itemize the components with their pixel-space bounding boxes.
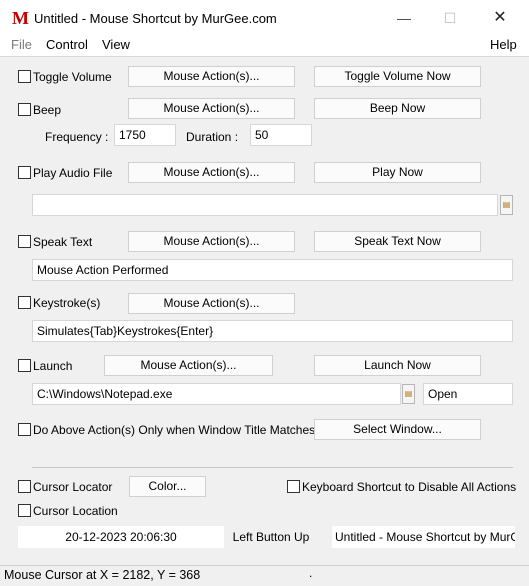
minimize-icon[interactable]: — xyxy=(381,0,427,36)
menu-control[interactable]: Control xyxy=(46,37,88,52)
speak-text-checkbox[interactable] xyxy=(18,235,31,248)
maximize-icon[interactable]: ☐ xyxy=(427,0,473,36)
launch-mouse-action-button[interactable]: Mouse Action(s)... xyxy=(104,355,273,376)
keystroke-field[interactable]: Simulates{Tab}Keystrokes{Enter} xyxy=(32,320,513,342)
browse-audio-file-icon[interactable]: ▤ xyxy=(500,195,513,215)
duration-label: Duration : xyxy=(186,130,239,144)
toggle-volume-now-button[interactable]: Toggle Volume Now xyxy=(314,66,481,87)
beep-now-button[interactable]: Beep Now xyxy=(314,98,481,119)
audio-file-path-field[interactable] xyxy=(32,194,498,216)
launch-label: Launch xyxy=(33,359,73,373)
frequency-label: Frequency : xyxy=(45,130,109,144)
window-title-display: Untitled - Mouse Shortcut by MurGe xyxy=(332,526,515,548)
play-now-button[interactable]: Play Now xyxy=(314,162,481,183)
menu-view[interactable]: View xyxy=(102,37,130,52)
datetime-display: 20-12-2023 20:06:30 xyxy=(18,526,224,548)
window-title-match-label: Do Above Action(s) Only when Window Titl… xyxy=(33,423,316,437)
keyboard-shortcut-label: Keyboard Shortcut to Disable All Actions xyxy=(302,480,517,494)
play-audio-label: Play Audio File xyxy=(33,166,113,180)
keyboard-shortcut-checkbox[interactable] xyxy=(287,480,300,493)
launch-checkbox[interactable] xyxy=(18,359,31,372)
keystroke-checkbox[interactable] xyxy=(18,296,31,309)
beep-label: Beep xyxy=(33,103,62,117)
status-dot: . xyxy=(309,566,313,580)
speak-text-mouse-action-button[interactable]: Mouse Action(s)... xyxy=(128,231,295,252)
play-audio-checkbox[interactable] xyxy=(18,166,31,179)
menu-file[interactable]: File xyxy=(11,37,32,52)
speak-text-now-button[interactable]: Speak Text Now xyxy=(314,231,481,252)
speak-text-label: Speak Text xyxy=(33,235,93,249)
app-icon: M xyxy=(12,8,29,28)
separator xyxy=(32,467,513,468)
window-title: Untitled - Mouse Shortcut by MurGee.com xyxy=(34,11,277,26)
launch-verb-field[interactable]: Open xyxy=(423,383,513,405)
select-window-button[interactable]: Select Window... xyxy=(314,419,481,440)
keystroke-label: Keystroke(s) xyxy=(33,296,101,310)
cursor-location-checkbox[interactable] xyxy=(18,504,31,517)
event-display: Left Button Up xyxy=(232,526,310,548)
browse-launch-file-icon[interactable]: ▤ xyxy=(402,384,415,404)
cursor-locator-checkbox[interactable] xyxy=(18,480,31,493)
beep-checkbox[interactable] xyxy=(18,103,31,116)
window-title-match-checkbox[interactable] xyxy=(18,423,31,436)
color-button[interactable]: Color... xyxy=(129,476,206,497)
toggle-volume-checkbox[interactable] xyxy=(18,70,31,83)
menu-help[interactable]: Help xyxy=(490,37,517,52)
play-audio-mouse-action-button[interactable]: Mouse Action(s)... xyxy=(128,162,295,183)
keystroke-mouse-action-button[interactable]: Mouse Action(s)... xyxy=(128,293,295,314)
status-text: Mouse Cursor at X = 2182, Y = 368 xyxy=(4,568,201,582)
cursor-locator-label: Cursor Locator xyxy=(33,480,113,494)
speak-text-field[interactable]: Mouse Action Performed xyxy=(32,259,513,281)
launch-path-field[interactable]: C:\Windows\Notepad.exe xyxy=(32,383,401,405)
beep-mouse-action-button[interactable]: Mouse Action(s)... xyxy=(128,98,295,119)
cursor-location-label: Cursor Location xyxy=(33,504,118,518)
toggle-volume-label: Toggle Volume xyxy=(33,70,112,84)
launch-now-button[interactable]: Launch Now xyxy=(314,355,481,376)
toggle-volume-mouse-action-button[interactable]: Mouse Action(s)... xyxy=(128,66,295,87)
frequency-field[interactable]: 1750 xyxy=(114,124,176,146)
close-icon[interactable]: ✕ xyxy=(477,0,523,36)
duration-field[interactable]: 50 xyxy=(250,124,312,146)
